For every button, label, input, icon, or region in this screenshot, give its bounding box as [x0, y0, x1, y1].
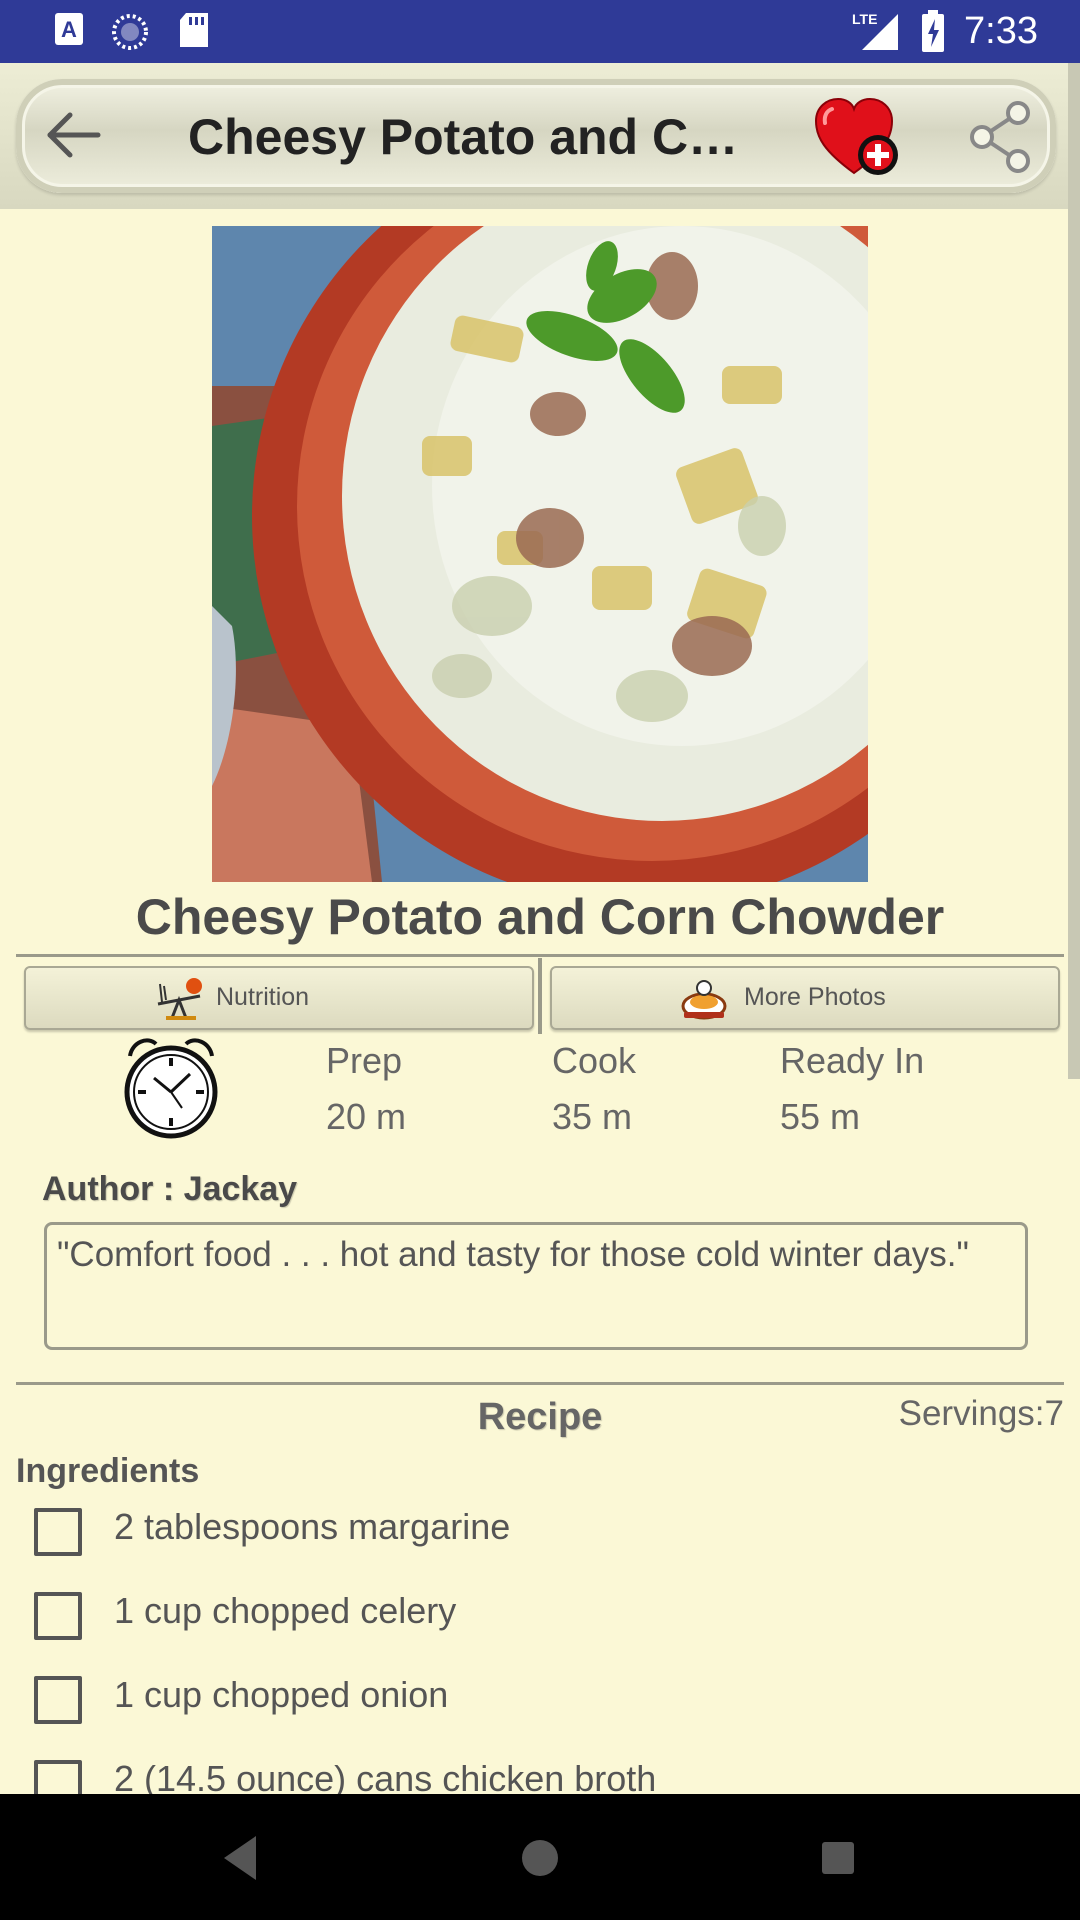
recipe-photo[interactable] — [212, 226, 868, 882]
nutrition-button[interactable]: Nutrition — [24, 966, 534, 1030]
ingredients-list: 2 tablespoons margarine 1 cup chopped ce… — [0, 1500, 1080, 1794]
status-bar: A LTE 7:33 — [0, 0, 1080, 63]
ingredient-text: 2 tablespoons margarine — [114, 1506, 511, 1547]
nav-recents-icon[interactable] — [810, 1830, 866, 1886]
author-label: Author : Jackay — [42, 1170, 298, 1208]
heart-plus-icon[interactable] — [814, 97, 904, 181]
toolbar-title: Cheesy Potato and Corn Chowder — [188, 109, 758, 165]
ingredient-text: 1 cup chopped celery — [114, 1590, 457, 1631]
arrow-left-icon[interactable] — [44, 109, 104, 161]
prep-label: Prep — [326, 1040, 403, 1081]
share-icon[interactable] — [968, 101, 1034, 173]
app-toolbar: Cheesy Potato and Corn Chowder — [0, 63, 1080, 209]
ingredient-checkbox[interactable] — [34, 1508, 82, 1556]
ingredient-checkbox[interactable] — [34, 1760, 82, 1794]
svg-text:A: A — [61, 17, 77, 42]
ingredients-heading: Ingredients — [16, 1452, 200, 1490]
ingredient-text: 1 cup chopped onion — [114, 1674, 449, 1715]
nutrition-label: Nutrition — [216, 983, 310, 1011]
text-a-icon: A — [55, 13, 83, 45]
ready-time: Ready In 55 m — [780, 1040, 924, 1138]
alarm-clock-icon — [124, 1038, 218, 1139]
description-box: "Comfort food . . . hot and tasty for th… — [44, 1222, 1028, 1350]
more-photos-label: More Photos — [744, 983, 886, 1011]
ingredient-text: 2 (14.5 ounce) cans chicken broth — [114, 1758, 657, 1794]
ready-label: Ready In — [780, 1040, 925, 1081]
navigation-bar — [0, 1794, 1080, 1920]
nutrition-scale-icon — [157, 978, 202, 1020]
cook-label: Cook — [552, 1040, 637, 1081]
signal-icon: LTE — [852, 11, 898, 50]
network-label: LTE — [852, 11, 877, 27]
description-text: "Comfort food . . . hot and tasty for th… — [57, 1235, 969, 1274]
divider — [16, 954, 1064, 957]
cook-time: Cook 35 m — [552, 1040, 636, 1138]
sync-icon — [112, 14, 148, 50]
servings-label[interactable]: Servings:7 — [899, 1394, 1064, 1434]
divider — [16, 1382, 1064, 1385]
ingredient-checkbox[interactable] — [34, 1676, 82, 1724]
prep-time: Prep 20 m — [326, 1040, 406, 1138]
prep-value: 20 m — [326, 1096, 407, 1137]
sd-card-icon — [180, 13, 208, 47]
recipe-title: Cheesy Potato and Corn Chowder — [135, 889, 945, 945]
ingredient-checkbox[interactable] — [34, 1592, 82, 1640]
photos-icon — [681, 980, 727, 1020]
ready-value: 55 m — [780, 1096, 861, 1137]
more-photos-button[interactable]: More Photos — [550, 966, 1060, 1030]
battery-charging-icon — [922, 10, 944, 52]
nav-back-icon[interactable] — [212, 1830, 268, 1886]
button-separator — [538, 958, 542, 1034]
nav-home-icon[interactable] — [512, 1830, 568, 1886]
cook-value: 35 m — [552, 1096, 633, 1137]
clock-time: 7:33 — [964, 10, 1038, 52]
